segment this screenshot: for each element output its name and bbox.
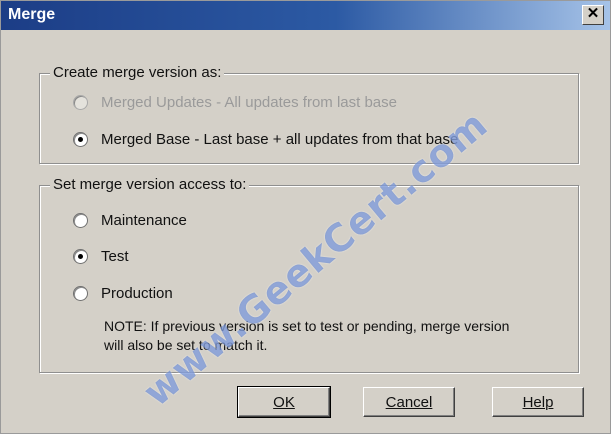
note-line-1: NOTE: If previous version is set to test… [104, 318, 510, 334]
merged-base-radio[interactable] [73, 132, 88, 147]
help-button-label: Help [522, 394, 554, 411]
close-icon: ✕ [586, 5, 600, 22]
production-label[interactable]: Production [101, 285, 173, 302]
access-legend: Set merge version access to: [50, 176, 250, 193]
test-label[interactable]: Test [101, 248, 129, 265]
window-title: Merge [8, 6, 56, 23]
production-radio[interactable] [73, 286, 88, 301]
merge-note: NOTE: If previous version is set to test… [104, 317, 509, 355]
cancel-button-label: Cancel [385, 394, 433, 411]
radio-test[interactable]: Test [73, 248, 129, 265]
maintenance-label[interactable]: Maintenance [101, 212, 187, 229]
radio-maintenance[interactable]: Maintenance [73, 212, 187, 229]
title-bar[interactable]: Merge ✕ [1, 1, 610, 30]
maintenance-radio[interactable] [73, 213, 88, 228]
help-button[interactable]: Help [492, 387, 584, 417]
ok-button-label: OK [273, 394, 295, 411]
radio-merged-base[interactable]: Merged Base - Last base + all updates fr… [73, 131, 458, 148]
ok-button[interactable]: OK [237, 386, 331, 418]
close-button[interactable]: ✕ [582, 5, 604, 25]
radio-production[interactable]: Production [73, 285, 173, 302]
merge-dialog: Merge ✕ Create merge version as: Merged … [0, 0, 611, 434]
merged-base-label[interactable]: Merged Base - Last base + all updates fr… [101, 131, 458, 148]
test-radio[interactable] [73, 249, 88, 264]
merged-updates-label: Merged Updates - All updates from last b… [101, 94, 397, 111]
cancel-button[interactable]: Cancel [363, 387, 455, 417]
merged-updates-radio [73, 95, 88, 110]
create-merge-version-group: Create merge version as: [39, 64, 579, 164]
note-line-2: will also be set to match it. [104, 337, 268, 353]
radio-merged-updates: Merged Updates - All updates from last b… [73, 94, 397, 111]
create-merge-version-legend: Create merge version as: [50, 64, 225, 81]
